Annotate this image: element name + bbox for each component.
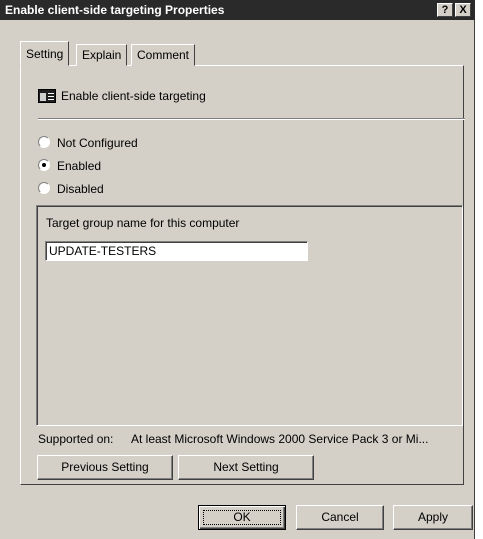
tab-explain-label: Explain (82, 48, 122, 62)
radio-enabled[interactable]: Enabled (38, 158, 128, 174)
apply-label: Apply (417, 510, 449, 524)
apply-button[interactable]: Apply (393, 505, 473, 530)
separator (38, 118, 465, 120)
previous-setting-label: Previous Setting (61, 460, 149, 474)
radio-not-configured-button[interactable] (38, 136, 50, 148)
cancel-button[interactable]: Cancel (296, 505, 384, 530)
policy-setting-icon (38, 89, 56, 103)
tab-setting-label: Setting (26, 47, 64, 61)
tab-setting[interactable]: Setting (20, 41, 70, 66)
target-group-label: Target group name for this computer (46, 216, 240, 230)
target-group-input[interactable] (45, 241, 308, 261)
radio-enabled-label: Enabled (57, 159, 102, 173)
radio-disabled-label: Disabled (57, 182, 104, 196)
radio-enabled-button[interactable] (38, 159, 50, 171)
supported-on-value: At least Microsoft Windows 2000 Service … (131, 432, 429, 446)
tab-comment[interactable]: Comment (131, 44, 196, 66)
ok-button[interactable]: OK (198, 505, 286, 530)
radio-not-configured[interactable]: Not Configured (38, 135, 158, 151)
properties-dialog: Enable client-side targeting Properties … (0, 0, 475, 539)
focus-rectangle (203, 510, 281, 525)
supported-on-label: Supported on: (38, 432, 114, 446)
title-bar[interactable]: Enable client-side targeting Properties (0, 0, 475, 20)
window-title: Enable client-side targeting Properties (5, 3, 225, 17)
help-button[interactable]: ? (437, 3, 453, 17)
previous-setting-button[interactable]: Previous Setting (37, 455, 173, 480)
policy-name: Enable client-side targeting (61, 89, 206, 103)
cancel-label: Cancel (321, 510, 359, 524)
tab-explain[interactable]: Explain (76, 44, 128, 66)
next-setting-button[interactable]: Next Setting (178, 455, 314, 480)
next-setting-label: Next Setting (213, 460, 279, 474)
radio-disabled[interactable]: Disabled (38, 181, 128, 197)
options-group (36, 205, 463, 426)
radio-not-configured-label: Not Configured (57, 136, 138, 150)
radio-disabled-button[interactable] (38, 182, 50, 194)
close-button[interactable]: X (455, 3, 471, 17)
tab-comment-label: Comment (137, 48, 190, 62)
